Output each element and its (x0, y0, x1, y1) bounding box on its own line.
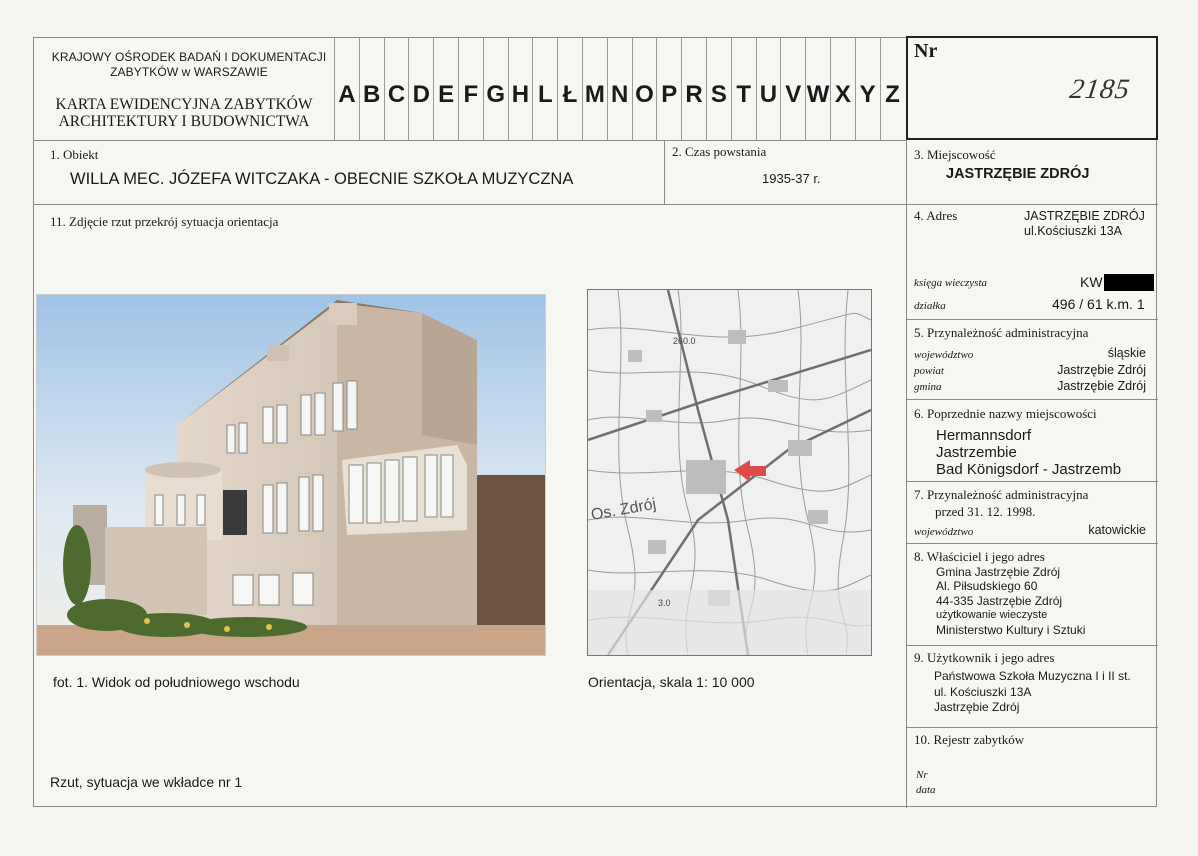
orientation-map-image: Os. Zdrój 260.0 3.0 (588, 290, 871, 655)
building-photo-image (37, 295, 545, 655)
index-letter: Z (879, 38, 905, 140)
index-letter: Y (854, 38, 880, 140)
index-letter: T (730, 38, 756, 140)
index-letter: S (705, 38, 731, 140)
commune-value: Jastrzębie Zdrój (1057, 379, 1146, 393)
card-title-line-2: ARCHITEKTURY I BUDOWNICTWA (58, 113, 310, 130)
previous-name: Hermannsdorf (936, 427, 1032, 444)
owner-line: Al. Piłsudskiego 60 (936, 579, 1038, 594)
section-7-label: 7. Przynależność administracyjna (914, 487, 1089, 502)
user-address: Państwowa Szkoła Muzyczna I i II st. ul.… (934, 669, 1131, 716)
land-register-prefix: KW (1080, 274, 1103, 290)
map-scale-mark: 3.0 (658, 598, 671, 608)
register-date-label: data (916, 784, 936, 796)
previous-name: Bad Königsdorf - Jastrzemb (936, 461, 1122, 478)
index-letter: L (532, 38, 557, 140)
index-letter: A (334, 38, 359, 140)
register-number-label: Nr (916, 769, 928, 781)
index-letter: B (358, 38, 384, 140)
section-9-label: 9. Użytkownik i jego adres (914, 650, 1055, 665)
plot-number: 496 / 61 k.m. 1 (1052, 296, 1145, 312)
section-7-date: przed 31. 12. 1998. (935, 504, 1036, 519)
index-letter: P (656, 38, 681, 140)
institution-line-1: KRAJOWY OŚRODEK BADAŃ I DOKUMENTACJI (51, 50, 327, 64)
section-6-label: 6. Poprzednie nazwy miejscowości (914, 406, 1097, 421)
previous-name: Jastrzembie (936, 444, 1017, 461)
divider (906, 399, 1158, 400)
inventory-card: KRAJOWY OŚRODEK BADAŃ I DOKUMENTACJI ZAB… (33, 36, 1158, 808)
map-caption: Orientacja, skala 1: 10 000 (588, 674, 755, 690)
divider (664, 140, 665, 204)
construction-date: 1935-37 r. (762, 171, 821, 186)
owner-line: Ministerstwo Kultury i Sztuki (936, 622, 1086, 637)
index-letter: W (805, 38, 830, 140)
owner-address: Gmina Jastrzębie Zdrój Al. Piłsudskiego … (936, 565, 1085, 637)
photo-caption: fot. 1. Widok od południowego wschodu (53, 674, 300, 690)
orientation-map: Os. Zdrój 260.0 3.0 (587, 289, 872, 656)
index-letter: O (631, 38, 657, 140)
old-voivodeship-label: województwo (914, 526, 974, 538)
address-line-2: ul.Kościuszki 13A (1024, 224, 1122, 238)
institution-name: KRAJOWY OŚRODEK BADAŃ I DOKUMENTACJI ZAB… (34, 50, 344, 80)
user-line: Jastrzębie Zdrój (934, 700, 1020, 714)
plan-caption: Rzut, sytuacja we wkładce nr 1 (50, 774, 243, 790)
index-letter: G (482, 38, 508, 140)
record-number-label: Nr (914, 40, 938, 62)
building-photo (36, 294, 546, 656)
object-name: WILLA MEC. JÓZEFA WITCZAKA - OBECNIE SZK… (70, 170, 574, 188)
owner-line: Gmina Jastrzębie Zdrój (936, 565, 1061, 579)
divider (906, 727, 1158, 728)
county-value: Jastrzębie Zdrój (1057, 363, 1146, 377)
section-2-label: 2. Czas powstania (672, 144, 767, 159)
owner-line: użytkowanie wieczyste (936, 609, 1048, 622)
index-letter: N (606, 38, 632, 140)
plot-label: działka (914, 300, 946, 312)
record-number-box: Nr 2185 (906, 36, 1158, 140)
index-letter: U (755, 38, 781, 140)
divider (906, 645, 1158, 646)
section-11-label: 11. Zdjęcie rzut przekrój sytuacja orien… (50, 214, 279, 229)
index-letter: E (433, 38, 458, 140)
user-line: ul. Kościuszki 13A (934, 684, 1032, 699)
index-letter: X (829, 38, 855, 140)
section-4-label: 4. Adres (914, 208, 958, 223)
section-10-label: 10. Rejestr zabytków (914, 732, 1025, 747)
owner-line: 44-335 Jastrzębie Zdrój (936, 593, 1063, 608)
divider (34, 140, 906, 141)
map-height-label: 260.0 (673, 336, 696, 346)
section-5-label: 5. Przynależność administracyjna (914, 325, 1089, 340)
index-letter: Ł (557, 38, 582, 140)
land-register-label: księga wieczysta (914, 277, 988, 289)
card-title: KARTA EWIDENCYJNA ZABYTKÓW ARCHITEKTURY … (34, 96, 334, 130)
record-number-value: 2185 (1067, 74, 1133, 105)
divider (906, 481, 1158, 482)
commune-label: gmina (914, 381, 942, 393)
divider (34, 204, 1158, 205)
index-letters: A B C D E F G H L Ł M N O P R S T U V W … (334, 38, 904, 140)
index-letter: M (581, 38, 607, 140)
institution-line-2: ZABYTKÓW w WARSZAWIE (110, 65, 268, 79)
section-3-label: 3. Miejscowość (914, 147, 996, 162)
section-1-label: 1. Obiekt (50, 147, 99, 162)
index-letter: H (507, 38, 533, 140)
address-line-1: JASTRZĘBIE ZDRÓJ (1024, 209, 1145, 223)
divider (906, 319, 1158, 320)
index-letter: D (408, 38, 433, 140)
section-8-label: 8. Właściciel i jego adres (914, 549, 1045, 564)
index-letter: F (457, 38, 483, 140)
voivodeship-label: województwo (914, 349, 974, 361)
previous-names-list: Hermannsdorf Jastrzembie Bad Königsdorf … (936, 427, 1121, 478)
card-title-line-1: KARTA EWIDENCYJNA ZABYTKÓW (55, 96, 313, 113)
index-letter: C (383, 38, 409, 140)
voivodeship-value: śląskie (1107, 346, 1146, 360)
index-letter: R (681, 38, 706, 140)
divider (906, 543, 1158, 544)
user-line: Państwowa Szkoła Muzyczna I i II st. (934, 669, 1131, 683)
old-voivodeship-value: katowickie (1088, 523, 1146, 537)
county-label: powiat (914, 365, 944, 377)
redacted-block (1104, 274, 1154, 291)
index-letter: V (780, 38, 805, 140)
divider (906, 140, 907, 808)
locality-name: JASTRZĘBIE ZDRÓJ (946, 166, 1090, 182)
